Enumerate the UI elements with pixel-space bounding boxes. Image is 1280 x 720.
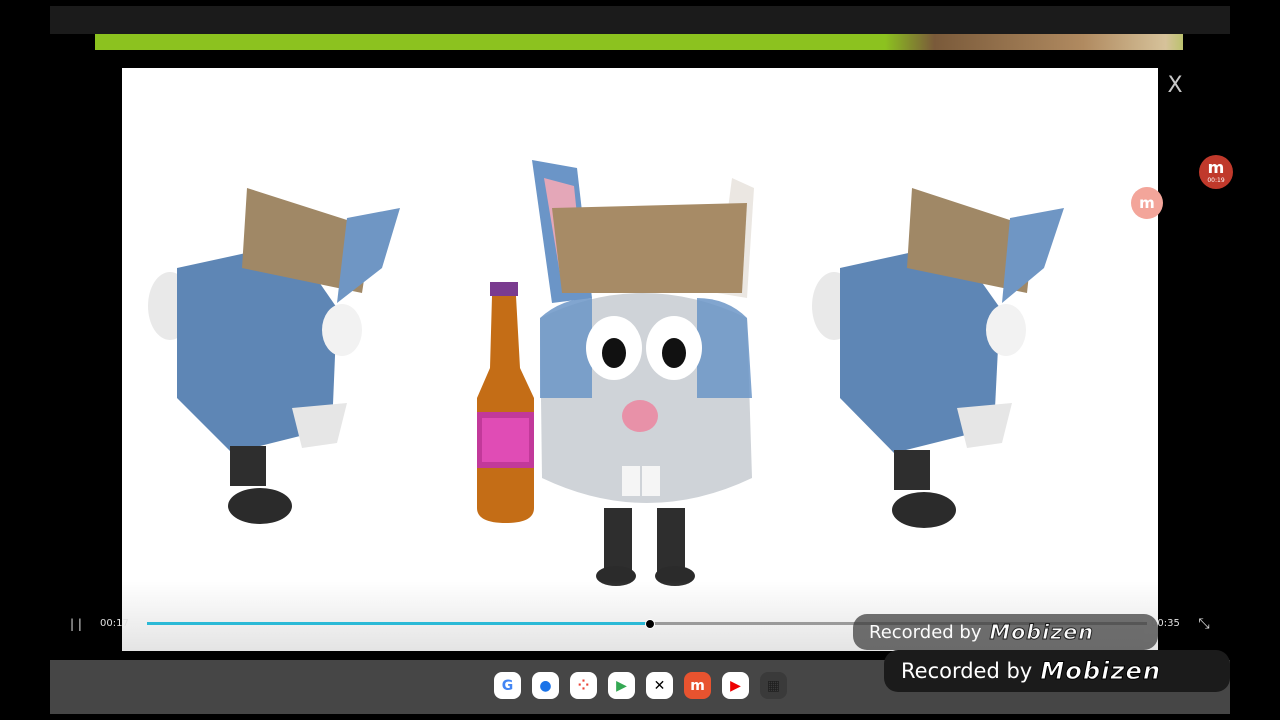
rabbit-center-figure <box>532 160 754 586</box>
background-page-strip <box>95 34 1183 50</box>
fullscreen-icon[interactable]: ⤡ <box>1195 615 1213 633</box>
bottle-figure <box>477 282 534 523</box>
top-status-bar <box>50 6 1230 34</box>
mobizen-record-bubble[interactable]: m 00:19 <box>1199 155 1233 189</box>
mobizen-bubble-time: 00:19 <box>1207 177 1225 184</box>
mobizen-icon[interactable]: m <box>684 672 711 699</box>
app-dock: G ● ⁘ ▶ ✕ m ▶ ▦ <box>494 672 787 699</box>
current-time: 00:17 <box>100 618 129 629</box>
recorded-by-watermark-inner: Recorded by Mobizen <box>853 614 1158 650</box>
watermark-text: Recorded by <box>869 621 982 643</box>
rabbit-left-figure <box>148 188 400 524</box>
messages-icon[interactable]: ● <box>532 672 559 699</box>
watermark-text-outer: Recorded by <box>901 659 1033 683</box>
progress-fill <box>147 622 650 625</box>
watermark-logo: Mobizen <box>989 620 1094 645</box>
app-grid-icon[interactable]: ▦ <box>760 672 787 699</box>
progress-thumb[interactable] <box>645 619 655 629</box>
pause-button[interactable]: | | <box>70 614 84 634</box>
google-icon[interactable]: G <box>494 672 521 699</box>
mobizen-bubble-letter: m <box>1207 158 1225 177</box>
mobizen-faded-bubble[interactable]: m <box>1131 187 1163 219</box>
video-frame[interactable] <box>122 68 1158 651</box>
capcut-icon[interactable]: ✕ <box>646 672 673 699</box>
video-content-image <box>148 160 1064 586</box>
assistant-icon[interactable]: ⁘ <box>570 672 597 699</box>
youtube-icon[interactable]: ▶ <box>722 672 749 699</box>
rabbit-right-figure <box>812 188 1064 528</box>
recorded-by-watermark: Recorded by Mobizen <box>884 650 1230 692</box>
close-button[interactable]: X <box>1163 72 1187 100</box>
play-store-icon[interactable]: ▶ <box>608 672 635 699</box>
watermark-logo-outer: Mobizen <box>1040 657 1162 686</box>
